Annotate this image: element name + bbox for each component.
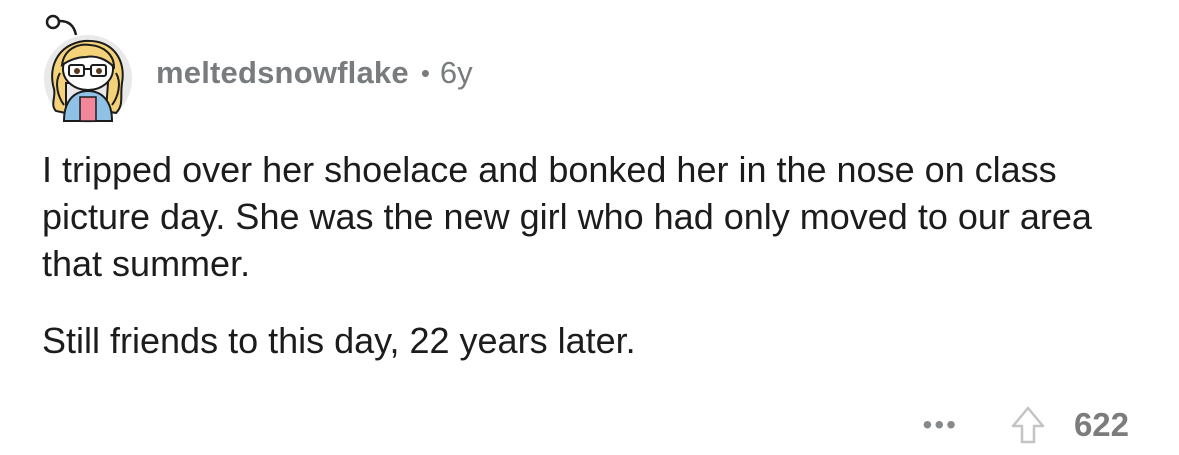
snoo-avatar-icon: [44, 14, 132, 123]
meta-separator: •: [420, 57, 430, 88]
vote-score: 622: [1073, 406, 1129, 443]
comment-meta: meltedsnowflake • 6y: [156, 55, 473, 91]
comment-actions: ••• 622: [923, 400, 1129, 450]
avatar[interactable]: [36, 13, 134, 123]
upvote-arrow-icon: [1011, 406, 1045, 444]
upvote-button[interactable]: [1010, 405, 1046, 445]
comment-header: meltedsnowflake • 6y: [36, 8, 473, 128]
comment-card: meltedsnowflake • 6y I tripped over her …: [0, 0, 1179, 455]
more-options-button[interactable]: •••: [923, 409, 958, 441]
comment-paragraph-2: Still friends to this day, 22 years late…: [42, 320, 636, 361]
comment-age: 6y: [439, 55, 473, 90]
comment-paragraph-1: I tripped over her shoelace and bonked h…: [42, 149, 1092, 284]
comment-body: I tripped over her shoelace and bonked h…: [42, 146, 1152, 364]
username-link[interactable]: meltedsnowflake: [156, 55, 409, 91]
